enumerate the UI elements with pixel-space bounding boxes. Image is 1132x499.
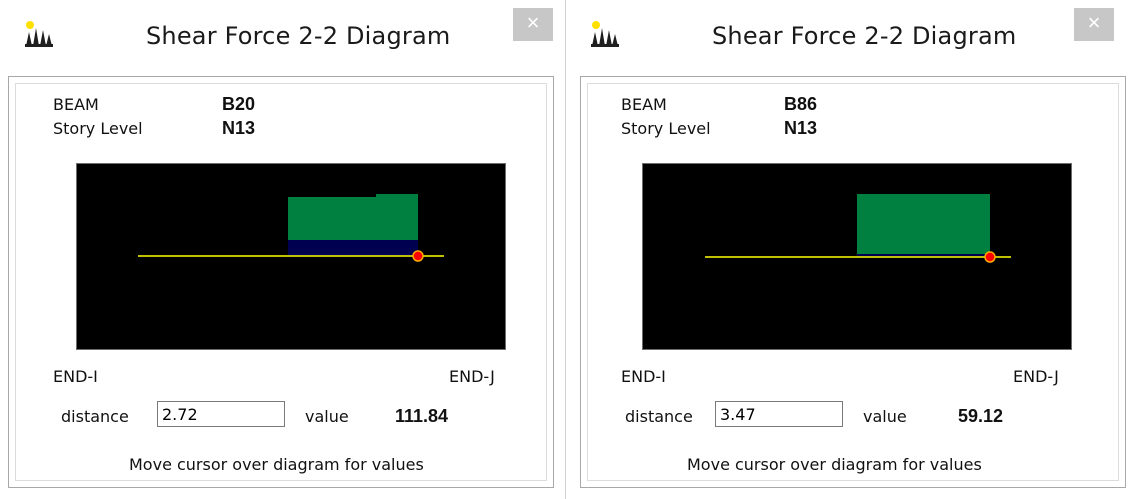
shear-force-window-2: Shear Force 2-2 Diagram × BEAM B86 Story… xyxy=(566,0,1132,499)
shear-diagram[interactable] xyxy=(642,163,1072,350)
distance-input[interactable] xyxy=(157,401,285,427)
shear-diagram-canvas[interactable] xyxy=(77,164,505,349)
beam-value: B86 xyxy=(784,94,818,114)
end-i-label: END-I xyxy=(53,367,98,386)
shear-force-window-1: Shear Force 2-2 Diagram × BEAM B20 Story… xyxy=(0,0,566,499)
cursor-marker xyxy=(412,250,424,262)
diagram-panel: BEAM B86 Story Level N13 END-I END-J dis… xyxy=(580,76,1126,488)
shear-diagram-canvas[interactable] xyxy=(643,164,1071,349)
shear-diagram[interactable] xyxy=(76,163,506,350)
title-bar: Shear Force 2-2 Diagram × xyxy=(566,0,1132,78)
end-i-label: END-I xyxy=(621,367,666,386)
distance-label: distance xyxy=(625,407,693,426)
beam-value: B20 xyxy=(222,94,256,114)
story-level-value: N13 xyxy=(784,118,818,138)
end-j-label: END-J xyxy=(449,367,495,386)
shear-base xyxy=(288,240,418,256)
window-title: Shear Force 2-2 Diagram xyxy=(712,22,1017,50)
end-j-label: END-J xyxy=(1013,367,1059,386)
beam-label: BEAM xyxy=(621,95,667,114)
distance-input[interactable] xyxy=(715,401,843,427)
value-readout: 111.84 xyxy=(395,406,449,426)
story-level-value: N13 xyxy=(222,118,256,138)
close-button[interactable]: × xyxy=(1074,8,1114,41)
window-title: Shear Force 2-2 Diagram xyxy=(146,22,451,50)
shear-block xyxy=(857,194,990,254)
story-level-label: Story Level xyxy=(53,119,143,138)
close-icon: × xyxy=(526,10,540,35)
hint-text: Move cursor over diagram for values xyxy=(129,455,424,474)
beam-label: BEAM xyxy=(53,95,99,114)
distance-label: distance xyxy=(61,407,129,426)
app-icon xyxy=(590,20,620,48)
title-bar: Shear Force 2-2 Diagram × xyxy=(0,0,566,78)
story-level-label: Story Level xyxy=(621,119,711,138)
close-button[interactable]: × xyxy=(513,8,553,41)
shear-block xyxy=(376,194,418,240)
app-icon xyxy=(24,20,54,48)
cursor-marker xyxy=(984,251,996,263)
diagram-panel: BEAM B20 Story Level N13 END-I END-J dis… xyxy=(8,76,554,488)
hint-text: Move cursor over diagram for values xyxy=(687,455,982,474)
value-label: value xyxy=(863,407,907,426)
shear-block xyxy=(288,197,376,240)
value-label: value xyxy=(305,407,349,426)
close-icon: × xyxy=(1087,10,1101,35)
value-readout: 59.12 xyxy=(958,406,1004,426)
